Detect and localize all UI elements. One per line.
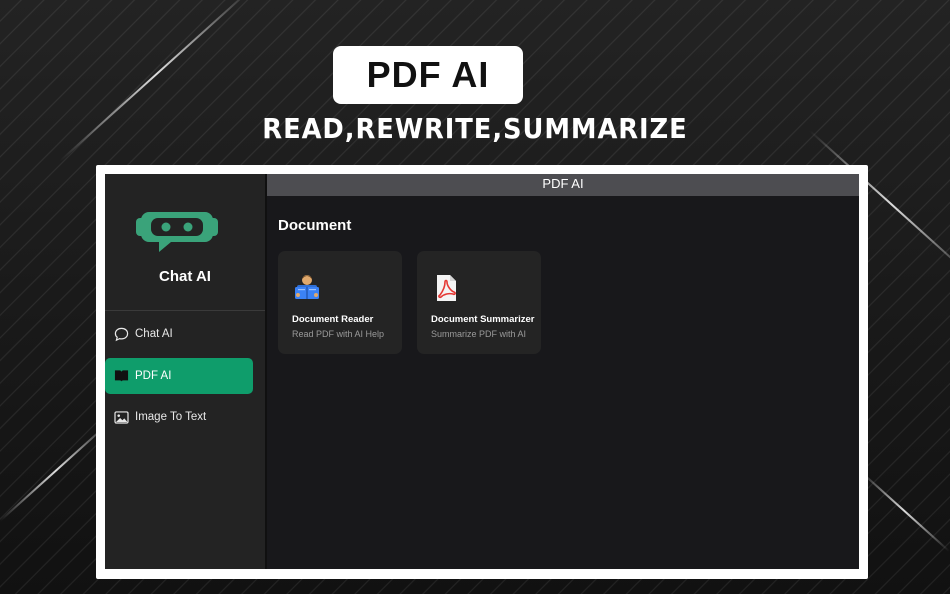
sidebar-item-chat-ai[interactable]: Chat AI	[105, 316, 253, 352]
app-window: Chat AI Chat AI PDF AI Image To Text PDF…	[105, 174, 859, 569]
section-title: Document	[278, 217, 352, 234]
brand-name: Chat AI	[159, 268, 211, 285]
card-subtitle: Read PDF with AI Help	[292, 329, 385, 339]
card-title: Document Summarizer	[431, 314, 535, 325]
card-subtitle: Summarize PDF with AI	[431, 329, 527, 339]
chat-bubble-icon	[113, 326, 129, 342]
pdf-file-icon	[431, 273, 461, 308]
sidebar-item-label: PDF AI	[135, 370, 172, 382]
sidebar-brand: Chat AI	[105, 174, 265, 311]
hero-badge: PDF AI	[333, 46, 523, 104]
hero-subtitle: READ,REWRITE,SUMMARIZE	[262, 112, 688, 145]
window-title: PDF AI	[267, 174, 859, 196]
sidebar-item-pdf-ai[interactable]: PDF AI	[105, 358, 253, 394]
robot-chat-icon	[136, 212, 218, 252]
image-icon	[113, 409, 129, 425]
card-document-reader[interactable]: Document Reader Read PDF with AI Help	[278, 251, 402, 354]
person-reading-icon	[292, 273, 322, 308]
card-document-summarizer[interactable]: Document Summarizer Summarize PDF with A…	[417, 251, 541, 354]
book-icon	[113, 368, 129, 384]
sidebar-item-label: Image To Text	[135, 411, 207, 423]
sidebar-item-label: Chat AI	[135, 328, 173, 340]
sidebar-item-image-to-text[interactable]: Image To Text	[105, 399, 253, 435]
main-content: PDF AI Document Document Reader Read PDF…	[267, 174, 859, 569]
sidebar: Chat AI Chat AI PDF AI Image To Text	[105, 174, 267, 569]
card-title: Document Reader	[292, 314, 374, 325]
